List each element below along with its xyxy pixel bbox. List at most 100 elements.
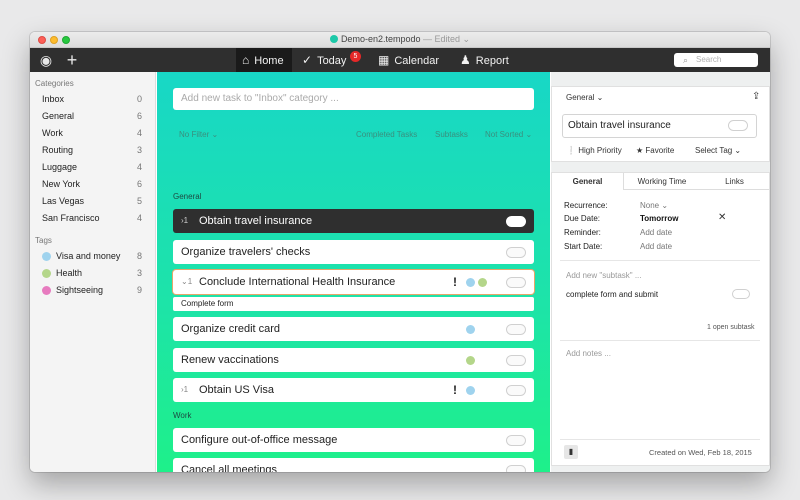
high-priority-button[interactable]: ❕ High Priority bbox=[566, 146, 622, 155]
task-list-panel: Add new task to "Inbox" category ... No … bbox=[157, 72, 550, 472]
app-window: Demo-en2.tempodo — Edited ⌄ ◉ + ⌂ Home ✓ T… bbox=[30, 32, 770, 472]
task-title: Conclude International Health Insurance bbox=[199, 276, 396, 288]
task-row[interactable]: Organize credit card bbox=[173, 317, 534, 341]
subtasks-toggle[interactable]: Subtasks bbox=[435, 130, 468, 139]
subtask-complete-toggle[interactable] bbox=[732, 289, 750, 299]
task-row[interactable]: Configure out-of-office message bbox=[173, 428, 534, 452]
trash-icon[interactable]: ▮ bbox=[564, 445, 578, 459]
task-title: Cancel all meetings bbox=[181, 464, 277, 472]
share-icon[interactable]: ⇪ bbox=[752, 91, 760, 102]
select-tag-dropdown[interactable]: Select Tag ⌄ bbox=[695, 146, 741, 155]
task-row[interactable]: ›1 Obtain travel insurance bbox=[173, 209, 534, 233]
created-date: Created on Wed, Feb 18, 2015 bbox=[649, 448, 752, 457]
complete-toggle[interactable] bbox=[506, 216, 526, 227]
document-icon bbox=[329, 35, 338, 43]
sidebar-item-las-vegas[interactable]: Las Vegas 5 bbox=[30, 193, 156, 210]
complete-toggle[interactable] bbox=[506, 355, 526, 366]
tag-color-dot bbox=[42, 252, 51, 261]
complete-toggle[interactable] bbox=[506, 277, 526, 288]
task-title: Obtain US Visa bbox=[199, 384, 275, 396]
start-date-add-date[interactable]: Add date bbox=[640, 242, 672, 251]
sidebar-item-luggage[interactable]: Luggage 4 bbox=[30, 159, 156, 176]
complete-toggle[interactable] bbox=[506, 435, 526, 446]
complete-toggle[interactable] bbox=[506, 385, 526, 396]
sidebar-item-routing[interactable]: Routing 3 bbox=[30, 142, 156, 159]
task-detail-panel: General ⌄ ⇪ Obtain travel insurance ❕ Hi… bbox=[551, 72, 770, 472]
clear-date-icon[interactable]: ✕ bbox=[718, 212, 726, 223]
categories-header: Categories bbox=[35, 79, 74, 88]
task-row[interactable]: ⌄1 Conclude International Health Insuran… bbox=[173, 270, 534, 294]
eye-icon[interactable]: ◉ bbox=[38, 52, 54, 68]
tab-general[interactable]: General bbox=[552, 173, 624, 190]
tag-color-dot bbox=[42, 286, 51, 295]
search-input[interactable]: ⌕ Search bbox=[674, 53, 758, 67]
expand-toggle[interactable]: ›1 bbox=[181, 209, 188, 233]
subtask-row[interactable]: Complete form bbox=[173, 297, 534, 311]
open-subtask-count: 1 open subtask bbox=[707, 324, 755, 331]
start-date-label: Start Date: bbox=[564, 242, 603, 251]
task-row[interactable]: ›1 Obtain US Visa ! bbox=[173, 378, 534, 402]
task-header-card: General ⌄ ⇪ Obtain travel insurance ❕ Hi… bbox=[551, 86, 770, 162]
complete-toggle[interactable] bbox=[506, 247, 526, 258]
edited-indicator[interactable]: — Edited ⌄ bbox=[423, 34, 470, 44]
filter-dropdown[interactable]: No Filter ⌄ bbox=[179, 130, 218, 139]
subtask-item[interactable]: complete form and submit bbox=[566, 290, 658, 299]
task-title: Obtain travel insurance bbox=[199, 215, 313, 227]
task-row[interactable]: Renew vaccinations bbox=[173, 348, 534, 372]
complete-toggle[interactable] bbox=[506, 465, 526, 472]
reminder-add-date[interactable]: Add date bbox=[640, 228, 672, 237]
sidebar-tag-sightseeing[interactable]: Sightseeing 9 bbox=[30, 282, 156, 299]
task-row[interactable]: Cancel all meetings bbox=[173, 458, 534, 472]
sidebar-item-new-york[interactable]: New York 6 bbox=[30, 176, 156, 193]
tab-working-time[interactable]: Working Time bbox=[624, 173, 700, 190]
sidebar-tag-visa-and-money[interactable]: Visa and money 8 bbox=[30, 248, 156, 265]
tab-home[interactable]: ⌂ Home bbox=[236, 48, 292, 72]
divider bbox=[560, 260, 760, 261]
tab-links[interactable]: Links bbox=[700, 173, 769, 190]
priority-icon: ! bbox=[453, 275, 457, 289]
tab-calendar[interactable]: ▦ Calendar bbox=[372, 48, 442, 72]
expand-toggle[interactable]: ›1 bbox=[181, 378, 188, 402]
tab-report[interactable]: ♟ Report bbox=[454, 48, 516, 72]
collapse-toggle[interactable]: ⌄1 bbox=[181, 270, 192, 294]
section-work-label: Work bbox=[173, 411, 192, 420]
task-title: Organize credit card bbox=[181, 323, 281, 335]
users-icon: ♟ bbox=[460, 53, 471, 67]
detail-tabs: General Working Time Links bbox=[552, 173, 769, 190]
notes-input[interactable]: Add notes ... bbox=[566, 349, 611, 358]
sidebar-item-san-francisco[interactable]: San Francisco 4 bbox=[30, 210, 156, 227]
window-title: Demo-en2.tempodo — Edited ⌄ bbox=[30, 34, 770, 45]
tags-header: Tags bbox=[35, 236, 52, 245]
section-general-label: General bbox=[173, 192, 202, 201]
search-icon: ⌕ bbox=[683, 55, 689, 65]
complete-toggle[interactable] bbox=[728, 120, 748, 131]
category-dropdown[interactable]: General ⌄ bbox=[566, 93, 603, 102]
sidebar-item-general[interactable]: General 6 bbox=[30, 108, 156, 125]
divider bbox=[560, 439, 760, 440]
sidebar-item-work[interactable]: Work 4 bbox=[30, 125, 156, 142]
tab-today[interactable]: ✓ Today 5 bbox=[296, 48, 362, 72]
tag-dot-visa bbox=[466, 325, 475, 334]
task-title-field[interactable]: Obtain travel insurance bbox=[562, 114, 757, 138]
sidebar-tag-health[interactable]: Health 3 bbox=[30, 265, 156, 282]
completed-tasks-toggle[interactable]: Completed Tasks bbox=[356, 130, 417, 139]
recurrence-dropdown[interactable]: None ⌄ bbox=[640, 201, 668, 210]
plus-icon[interactable]: + bbox=[64, 51, 80, 69]
title-bar: Demo-en2.tempodo — Edited ⌄ bbox=[30, 32, 770, 48]
recurrence-label: Recurrence: bbox=[564, 201, 608, 210]
add-subtask-input[interactable]: Add new "subtask" ... bbox=[566, 271, 642, 280]
calendar-icon: ▦ bbox=[378, 53, 390, 67]
tag-color-dot bbox=[42, 269, 51, 278]
today-count-badge: 5 bbox=[350, 51, 361, 62]
check-circle-icon: ✓ bbox=[302, 53, 313, 67]
new-task-input[interactable]: Add new task to "Inbox" category ... bbox=[173, 88, 534, 110]
complete-toggle[interactable] bbox=[506, 324, 526, 335]
home-icon: ⌂ bbox=[242, 53, 250, 67]
task-row[interactable]: Organize travelers' checks bbox=[173, 240, 534, 264]
favorite-button[interactable]: ★ Favorite bbox=[636, 146, 674, 155]
task-title: Renew vaccinations bbox=[181, 354, 279, 366]
sidebar-item-inbox[interactable]: Inbox 0 bbox=[30, 91, 156, 108]
exclamation-icon: ❕ bbox=[566, 146, 576, 155]
sort-dropdown[interactable]: Not Sorted ⌄ bbox=[485, 130, 532, 139]
due-date-value[interactable]: Tomorrow bbox=[640, 214, 679, 223]
